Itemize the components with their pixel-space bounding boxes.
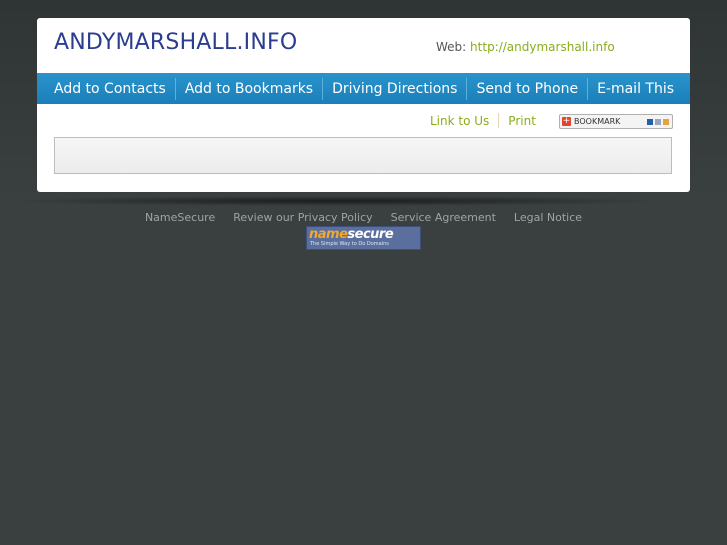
digg-icon: [655, 118, 661, 125]
nav-add-to-bookmarks[interactable]: Add to Bookmarks: [174, 77, 322, 100]
nav-add-to-contacts[interactable]: Add to Contacts: [37, 78, 175, 100]
main-card: ANDYMARSHALL.INFO Web: http://andymarsha…: [37, 18, 690, 192]
bookmark-service-icons: [647, 118, 669, 125]
fave-icon: [663, 118, 669, 125]
nav-bar: Add to Contacts Add to Bookmarks Driving…: [37, 73, 690, 104]
link-to-us-link[interactable]: Link to Us: [421, 114, 498, 128]
card-shadow: [8, 196, 664, 206]
delicious-icon: [647, 118, 653, 125]
footer-link-privacy[interactable]: Review our Privacy Policy: [224, 211, 381, 224]
web-label: Web:: [436, 40, 467, 54]
content-box: [54, 137, 672, 174]
footer-links: NameSecure Review our Privacy Policy Ser…: [0, 211, 727, 224]
bookmark-button[interactable]: + BOOKMARK: [559, 114, 673, 129]
footer-link-service-agreement[interactable]: Service Agreement: [382, 211, 505, 224]
logo-wordmark: namesecure: [309, 227, 394, 242]
footer-link-legal[interactable]: Legal Notice: [505, 211, 591, 224]
web-url-link[interactable]: http://andymarshall.info: [470, 40, 615, 54]
plus-icon: +: [562, 116, 571, 126]
nav-send-to-phone[interactable]: Send to Phone: [466, 77, 587, 100]
nav-email-this[interactable]: E-mail This: [587, 77, 683, 100]
site-title: ANDYMARSHALL.INFO: [54, 30, 298, 55]
namesecure-logo[interactable]: namesecure The Simple Way to Do Domains: [306, 226, 421, 250]
logo-tagline: The Simple Way to Do Domains: [310, 241, 389, 247]
bookmark-label: BOOKMARK: [574, 117, 621, 126]
print-link[interactable]: Print: [499, 114, 545, 128]
nav-driving-directions[interactable]: Driving Directions: [322, 77, 466, 100]
web-info: Web: http://andymarshall.info: [436, 40, 615, 54]
footer-link-namesecure[interactable]: NameSecure: [136, 211, 224, 224]
tool-links: Link to Us Print: [421, 113, 545, 128]
